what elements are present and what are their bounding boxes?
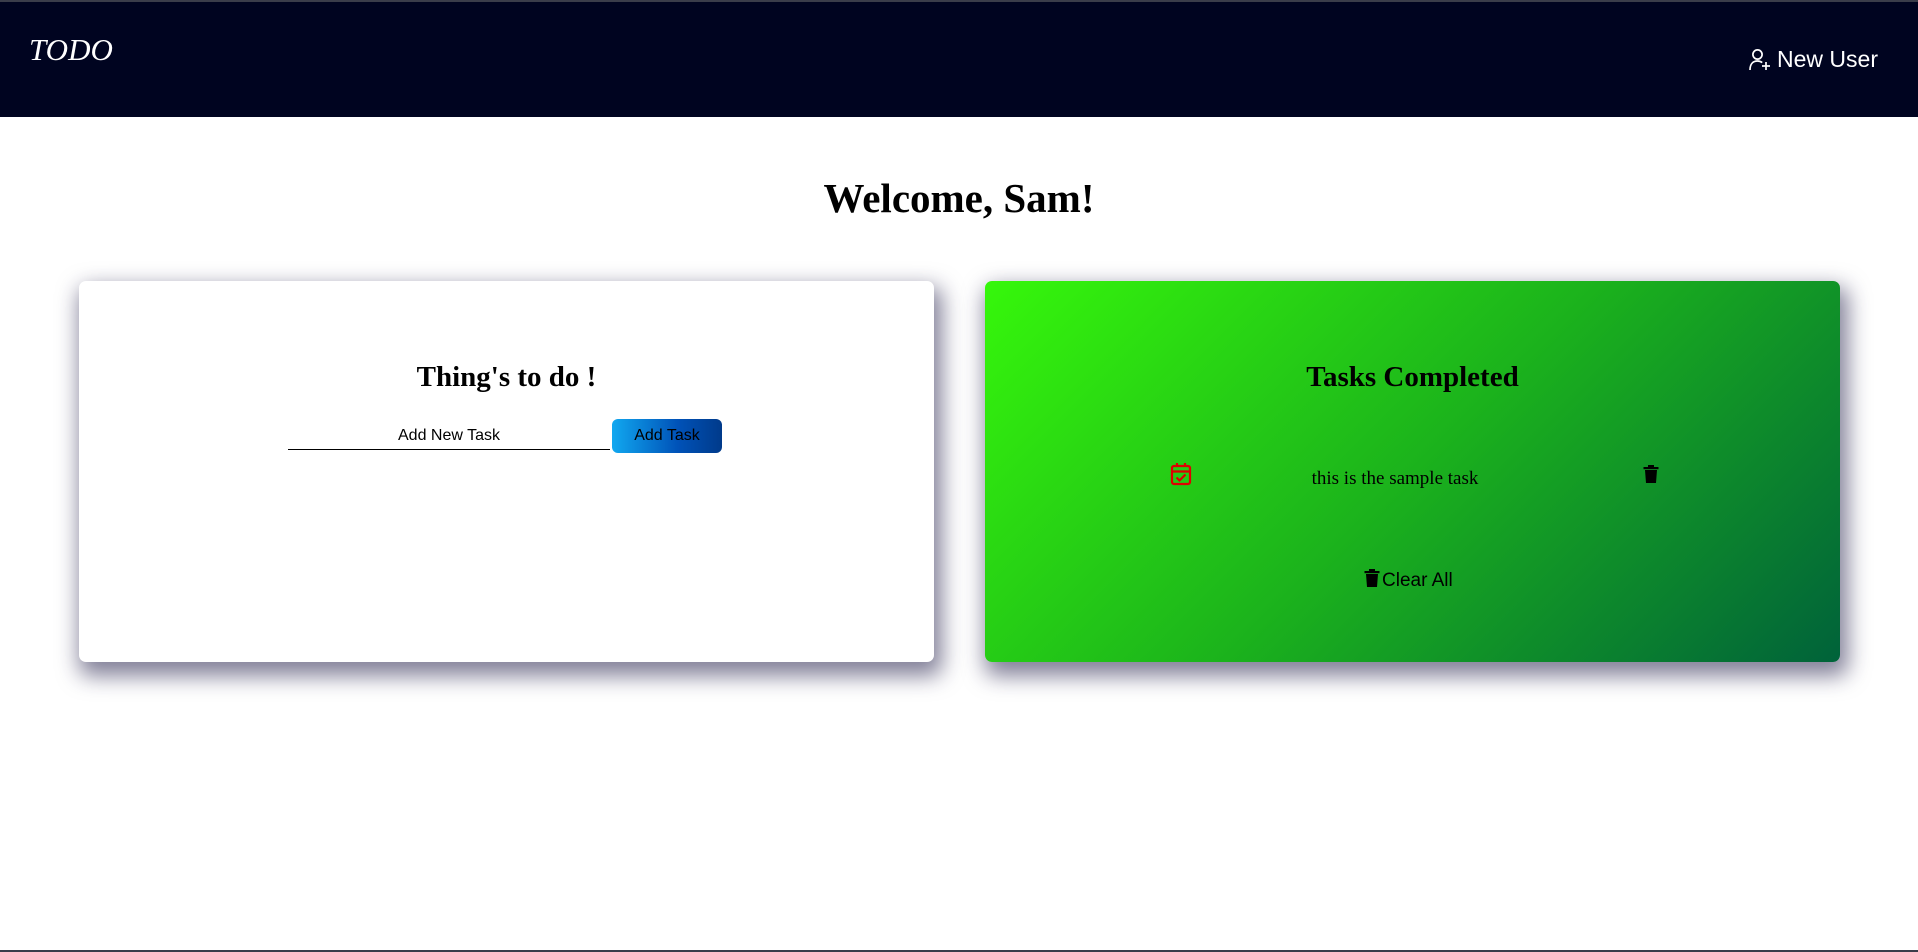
task-text: this is the sample task — [1311, 468, 1479, 489]
completed-card: Tasks Completed this is the sample task — [985, 281, 1840, 662]
calendar-check-icon[interactable] — [1170, 462, 1192, 486]
brand-logo[interactable]: TODO — [29, 32, 113, 68]
app-window: TODO New User Welcome, Sam! Thing's to d… — [0, 0, 1918, 952]
new-user-button[interactable]: New User — [1749, 46, 1878, 73]
welcome-heading: Welcome, Sam! — [823, 175, 1095, 221]
clear-all-button[interactable]: Clear All — [1364, 569, 1453, 592]
person-plus-icon — [1749, 48, 1771, 70]
new-user-label: New User — [1777, 46, 1878, 72]
trash-icon — [1364, 569, 1380, 587]
todo-card-title: Thing's to do ! — [416, 361, 597, 393]
new-task-input[interactable] — [288, 423, 610, 450]
completed-card-title: Tasks Completed — [1306, 361, 1519, 393]
navbar: TODO New User — [0, 2, 1918, 117]
trash-icon[interactable] — [1643, 465, 1659, 483]
add-task-button[interactable]: Add Task — [612, 419, 722, 453]
clear-all-label: Clear All — [1382, 570, 1453, 591]
todo-card: Thing's to do ! Add Task — [79, 281, 934, 662]
